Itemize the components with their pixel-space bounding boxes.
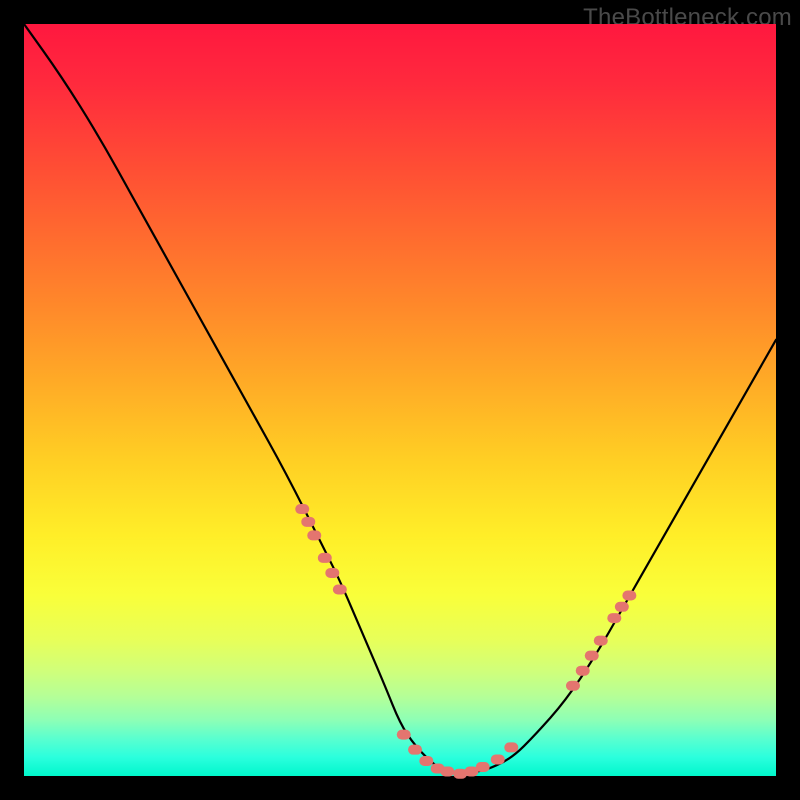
data-marker bbox=[607, 613, 621, 623]
data-marker bbox=[585, 651, 599, 661]
data-marker bbox=[325, 568, 339, 578]
data-marker bbox=[419, 756, 433, 766]
chart-stage: TheBottleneck.com bbox=[0, 0, 800, 800]
data-marker bbox=[408, 745, 422, 755]
data-marker bbox=[576, 666, 590, 676]
data-marker bbox=[295, 504, 309, 514]
bottleneck-curve bbox=[24, 24, 776, 774]
marker-group bbox=[295, 504, 636, 779]
data-marker bbox=[504, 742, 518, 752]
data-marker bbox=[594, 636, 608, 646]
data-marker bbox=[615, 602, 629, 612]
curve-svg bbox=[24, 24, 776, 776]
data-marker bbox=[333, 585, 347, 595]
data-marker bbox=[440, 766, 454, 776]
data-marker bbox=[397, 730, 411, 740]
plot-area bbox=[24, 24, 776, 776]
data-marker bbox=[566, 681, 580, 691]
data-marker bbox=[491, 754, 505, 764]
data-marker bbox=[622, 591, 636, 601]
data-marker bbox=[318, 553, 332, 563]
data-marker bbox=[476, 762, 490, 772]
data-marker bbox=[301, 517, 315, 527]
data-marker bbox=[307, 530, 321, 540]
